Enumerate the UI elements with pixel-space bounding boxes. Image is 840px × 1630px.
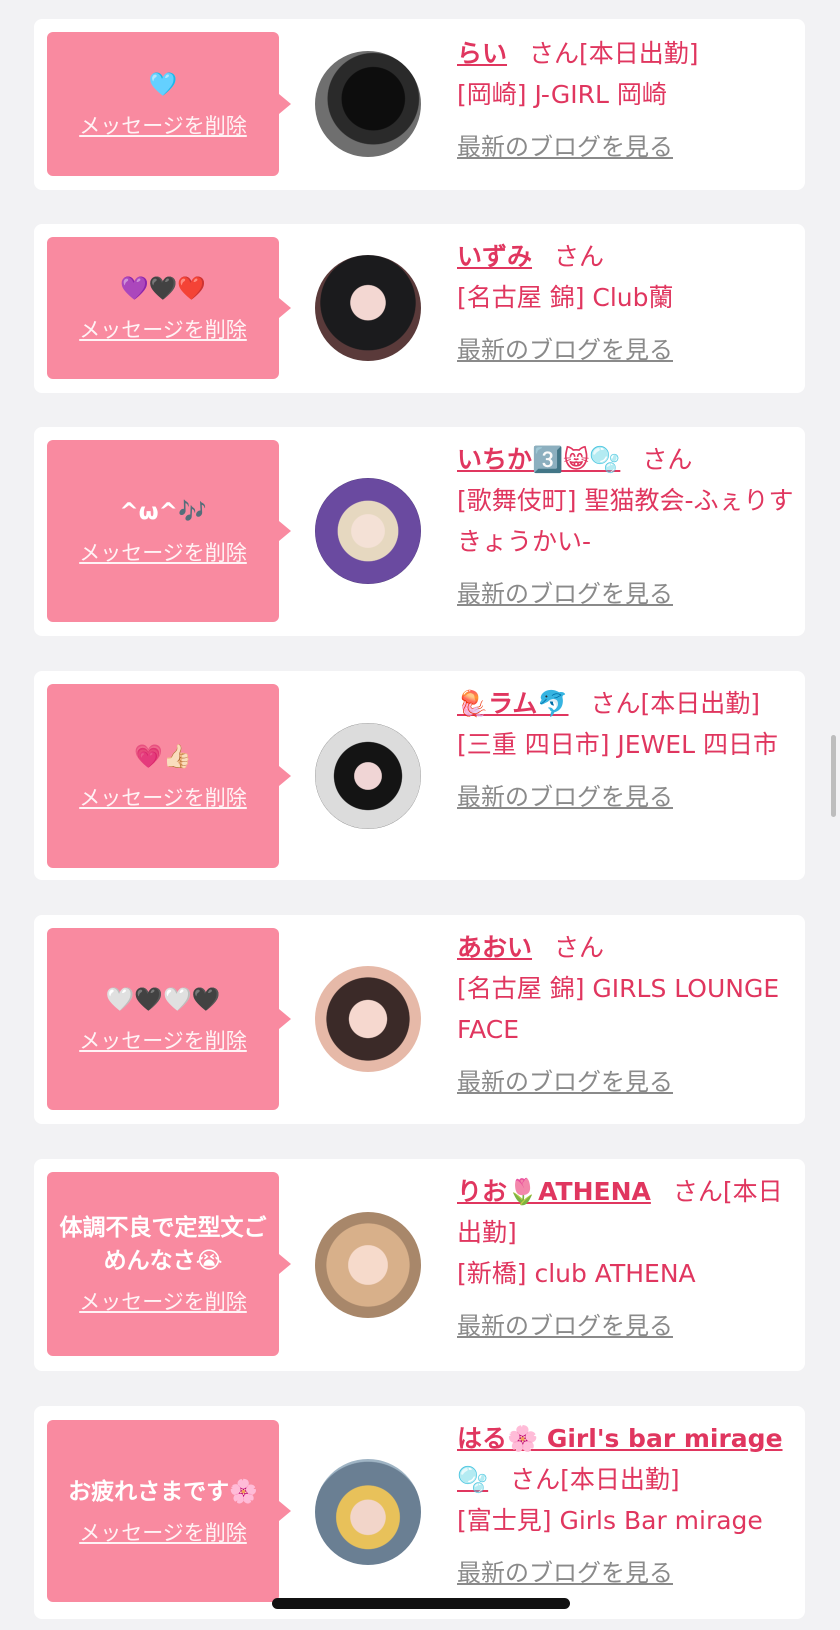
girl-status: さん — [642, 445, 693, 474]
message-card: 🩵 メッセージを削除 らい さん[本日出勤] [岡崎] J-GIRL 岡崎 最新の… — [34, 19, 805, 190]
latest-blog-link[interactable]: 最新のブログを見る — [457, 127, 797, 168]
avatar[interactable] — [315, 966, 421, 1072]
message-text: 🤍🖤🤍🖤 — [105, 986, 221, 1013]
avatar[interactable] — [315, 1212, 421, 1318]
delete-message-link[interactable]: メッセージを削除 — [79, 110, 247, 140]
latest-blog-link[interactable]: 最新のブログを見る — [457, 574, 797, 615]
shop-name: [三重 四日市] JEWEL 四日市 — [457, 730, 778, 759]
message-bubble: お疲れさまです🌸 メッセージを削除 — [47, 1420, 291, 1602]
message-card: 💗👍🏻 メッセージを削除 🪼ラム🐬 さん[本日出勤] [三重 四日市] JEWEL… — [34, 671, 805, 880]
message-card: ^ω^🎶 メッセージを削除 いちか3️⃣😸🫧 さん [歌舞伎町] 聖猫教会-ふぇり… — [34, 427, 805, 636]
message-card: 体調不良で定型文ごめんなさ😭 メッセージを削除 りお🌷ATHENA さん[本日出勤… — [34, 1159, 805, 1371]
latest-blog-link[interactable]: 最新のブログを見る — [457, 1306, 797, 1347]
message-bubble: ^ω^🎶 メッセージを削除 — [47, 440, 291, 622]
avatar[interactable] — [315, 51, 421, 157]
girl-name-link[interactable]: あおい — [457, 933, 532, 962]
girl-name-link[interactable]: 🪼ラム🐬 — [457, 689, 569, 718]
latest-blog-link[interactable]: 最新のブログを見る — [457, 330, 797, 371]
delete-message-link[interactable]: メッセージを削除 — [79, 314, 247, 344]
message-bubble: 🤍🖤🤍🖤 メッセージを削除 — [47, 928, 291, 1110]
message-text: 🩵 — [148, 71, 178, 98]
latest-blog-link[interactable]: 最新のブログを見る — [457, 777, 797, 818]
delete-message-link[interactable]: メッセージを削除 — [79, 1286, 247, 1316]
girl-info: りお🌷ATHENA さん[本日出勤] [新橋] club ATHENA 最新のブロ… — [457, 1171, 797, 1347]
message-text: 体調不良で定型文ごめんなさ😭 — [59, 1215, 267, 1274]
girl-name-link[interactable]: りお🌷ATHENA — [457, 1177, 651, 1206]
latest-blog-link[interactable]: 最新のブログを見る — [457, 1062, 797, 1103]
delete-message-link[interactable]: メッセージを削除 — [79, 1025, 247, 1055]
girl-info: らい さん[本日出勤] [岡崎] J-GIRL 岡崎 最新のブログを見る — [457, 33, 797, 168]
delete-message-link[interactable]: メッセージを削除 — [79, 537, 247, 567]
girl-status: さん — [554, 933, 605, 962]
girl-name-link[interactable]: らい — [457, 39, 507, 68]
message-card: 🤍🖤🤍🖤 メッセージを削除 あおい さん [名古屋 錦] GIRLS LOUNGE… — [34, 915, 805, 1124]
message-text: 💜🖤❤️ — [120, 275, 206, 302]
girl-status: さん — [554, 242, 605, 271]
girl-name-link[interactable]: いちか3️⃣😸🫧 — [457, 445, 620, 474]
message-text: 💗👍🏻 — [134, 743, 192, 770]
message-text: ^ω^🎶 — [119, 498, 207, 525]
home-indicator[interactable] — [272, 1598, 570, 1609]
latest-blog-link[interactable]: 最新のブログを見る — [457, 1553, 797, 1594]
shop-name: [歌舞伎町] 聖猫教会-ふぇりすきょうかい- — [457, 486, 794, 556]
avatar[interactable] — [315, 1459, 421, 1565]
scrollbar[interactable] — [831, 735, 836, 817]
message-bubble: 体調不良で定型文ごめんなさ😭 メッセージを削除 — [47, 1172, 291, 1356]
shop-name: [名古屋 錦] GIRLS LOUNGE FACE — [457, 974, 780, 1044]
girl-info: はる🌸 Girl's bar mirage 🫧 さん[本日出勤] [富士見] Gi… — [457, 1418, 797, 1594]
girl-status: さん[本日出勤] — [529, 39, 699, 68]
message-bubble: 🩵 メッセージを削除 — [47, 32, 291, 176]
message-bubble: 💜🖤❤️ メッセージを削除 — [47, 237, 291, 379]
shop-name: [富士見] Girls Bar mirage — [457, 1506, 763, 1535]
girl-info: いずみ さん [名古屋 錦] Club蘭 最新のブログを見る — [457, 236, 797, 371]
delete-message-link[interactable]: メッセージを削除 — [79, 1517, 247, 1547]
message-text: お疲れさまです🌸 — [68, 1478, 258, 1505]
girl-status: さん[本日出勤] — [590, 689, 761, 718]
avatar[interactable] — [315, 723, 421, 829]
avatar[interactable] — [315, 478, 421, 584]
girl-status: さん[本日出勤] — [510, 1465, 680, 1494]
girl-info: あおい さん [名古屋 錦] GIRLS LOUNGE FACE 最新のブログを見… — [457, 927, 797, 1103]
shop-name: [名古屋 錦] Club蘭 — [457, 283, 674, 312]
message-bubble: 💗👍🏻 メッセージを削除 — [47, 684, 291, 868]
delete-message-link[interactable]: メッセージを削除 — [79, 782, 247, 812]
girl-info: 🪼ラム🐬 さん[本日出勤] [三重 四日市] JEWEL 四日市 最新のブログを見… — [457, 683, 797, 818]
girl-info: いちか3️⃣😸🫧 さん [歌舞伎町] 聖猫教会-ふぇりすきょうかい- 最新のブログ… — [457, 439, 797, 615]
girl-name-link[interactable]: いずみ — [457, 242, 532, 271]
message-card: お疲れさまです🌸 メッセージを削除 はる🌸 Girl's bar mirage … — [34, 1406, 805, 1619]
shop-name: [岡崎] J-GIRL 岡崎 — [457, 80, 667, 109]
avatar[interactable] — [315, 255, 421, 361]
message-card: 💜🖤❤️ メッセージを削除 いずみ さん [名古屋 錦] Club蘭 最新のブログ… — [34, 224, 805, 393]
shop-name: [新橋] club ATHENA — [457, 1259, 696, 1288]
